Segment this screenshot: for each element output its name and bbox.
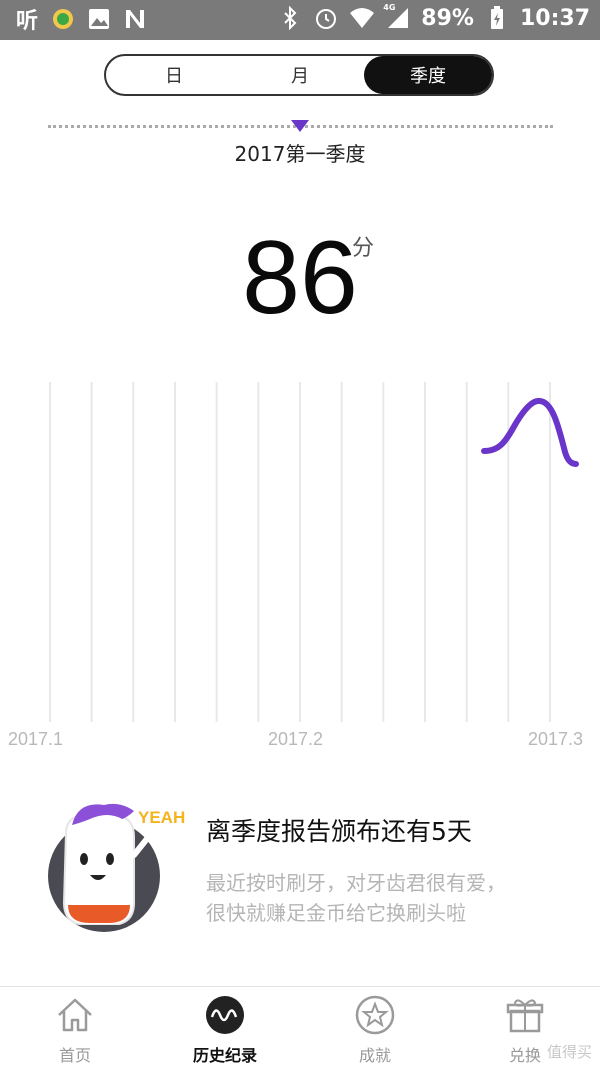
alarm-icon <box>313 5 339 31</box>
battery-percent: 89% <box>421 5 474 31</box>
nav-item-history[interactable]: 历史纪录 <box>150 987 300 1068</box>
status-right: 4G 89% 10:37 <box>277 3 590 31</box>
score-unit: 分 <box>352 236 375 261</box>
x-tick-label: 2017.2 <box>268 729 323 749</box>
yeah-badge: YEAH <box>138 808 186 827</box>
wave-icon <box>206 996 244 1034</box>
chart-grid <box>49 382 551 722</box>
ting-app-icon: 听 <box>15 9 38 34</box>
wifi-icon <box>349 5 375 31</box>
period-segmented-control: 日 月 季度 <box>104 54 494 96</box>
period-label: 2017第一季度 <box>234 142 366 166</box>
bluetooth-icon <box>277 5 303 31</box>
n-icon <box>122 6 148 32</box>
gift-icon <box>506 999 544 1033</box>
notice-body-line: 最近按时刷牙，对牙齿君很有爱， <box>206 871 506 895</box>
notice-title: 离季度报告颁布还有5天 <box>206 817 472 846</box>
nav-label: 成就 <box>358 1046 391 1065</box>
home-icon <box>58 998 92 1032</box>
network-type: 4G <box>383 3 396 12</box>
image-icon <box>86 6 112 32</box>
score-value: 86 <box>242 220 358 336</box>
period-pointer-icon <box>291 120 309 132</box>
chart-series-line <box>481 397 579 467</box>
battery-charging-icon <box>484 5 510 31</box>
nav-item-home[interactable]: 首页 <box>0 987 150 1068</box>
tooth-mascot-avatar <box>48 803 160 932</box>
nav-label: 历史纪录 <box>192 1046 257 1065</box>
clock: 10:37 <box>519 5 590 31</box>
bottom-navigation: 首页 历史纪录 成就 兑换 值得买 <box>0 986 600 1068</box>
tab-quarter[interactable]: 季度 <box>364 56 492 94</box>
x-tick-label: 2017.1 <box>8 729 63 749</box>
watermark: 值得买 <box>546 1043 592 1061</box>
notice-body-line: 很快就赚足金币给它换刷头啦 <box>206 901 466 925</box>
status-left-icons: 听 <box>14 6 148 34</box>
tab-day[interactable]: 日 <box>110 56 238 94</box>
status-bar: 听 4G 89% 10:37 <box>0 0 600 40</box>
notification-icon <box>50 6 76 32</box>
star-icon <box>355 995 395 1035</box>
history-chart[interactable]: 2017.1 2017.2 2017.3 <box>0 380 600 760</box>
nav-label: 首页 <box>58 1046 91 1065</box>
tab-month[interactable]: 月 <box>236 56 364 94</box>
notice-body: 最近按时刷牙，对牙齿君很有爱， 很快就赚足金币给它换刷头啦 <box>206 868 576 928</box>
x-tick-label: 2017.3 <box>528 729 583 749</box>
nav-item-achievements[interactable]: 成就 <box>300 987 450 1068</box>
signal-icon: 4G <box>383 3 411 31</box>
